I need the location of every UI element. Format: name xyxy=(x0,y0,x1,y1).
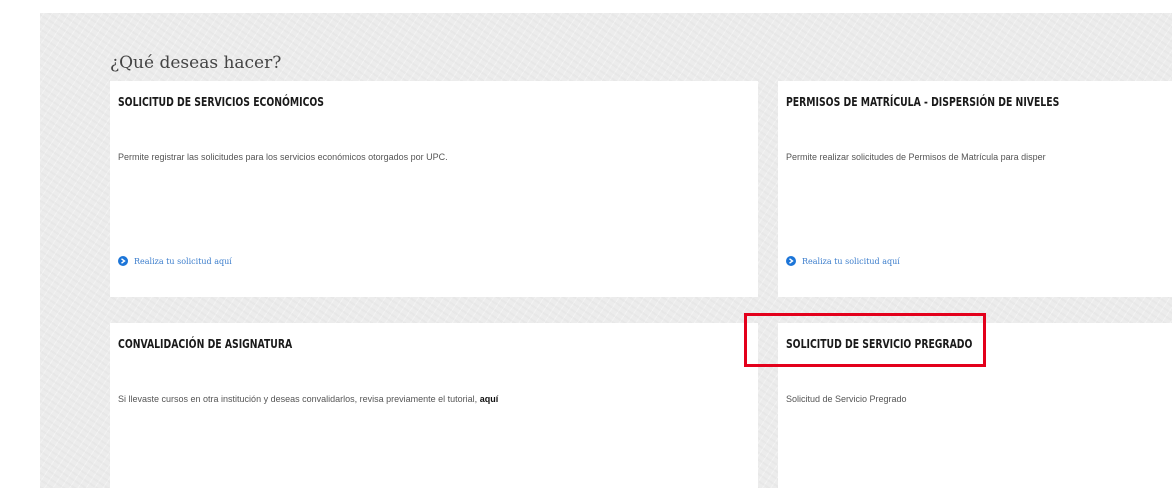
highlight-box xyxy=(744,313,986,367)
card-title: SOLICITUD DE SERVICIOS ECONÓMICOS xyxy=(118,95,324,109)
card-description: Si llevaste cursos en otra institución y… xyxy=(118,394,498,404)
realiza-solicitud-link[interactable]: Realiza tu solicitud aquí xyxy=(118,256,232,266)
tutorial-link[interactable]: aquí xyxy=(480,394,499,404)
arrow-right-circle-icon xyxy=(786,256,796,266)
card-title: CONVALIDACIÓN DE ASIGNATURA xyxy=(118,337,293,351)
card-description: Permite realizar solicitudes de Permisos… xyxy=(786,152,1046,162)
card-description: Solicitud de Servicio Pregrado xyxy=(786,394,907,404)
page-panel: ¿Qué deseas hacer? SOLICITUD DE SERVICIO… xyxy=(40,13,1172,488)
page-heading: ¿Qué deseas hacer? xyxy=(110,53,282,73)
realiza-solicitud-link[interactable]: Realiza tu solicitud aquí xyxy=(786,256,900,266)
link-label: Realiza tu solicitud aquí xyxy=(134,256,232,266)
link-label: Realiza tu solicitud aquí xyxy=(802,256,900,266)
card-title: PERMISOS DE MATRÍCULA - DISPERSIÓN DE NI… xyxy=(786,95,1060,109)
description-text: Si llevaste cursos en otra institución y… xyxy=(118,394,478,404)
card-convalidacion-asignatura: CONVALIDACIÓN DE ASIGNATURA Si llevaste … xyxy=(110,323,758,488)
card-permisos-matricula: PERMISOS DE MATRÍCULA - DISPERSIÓN DE NI… xyxy=(778,81,1172,297)
arrow-right-circle-icon xyxy=(118,256,128,266)
card-description: Permite registrar las solicitudes para l… xyxy=(118,152,448,162)
card-servicios-economicos: SOLICITUD DE SERVICIOS ECONÓMICOS Permit… xyxy=(110,81,758,297)
